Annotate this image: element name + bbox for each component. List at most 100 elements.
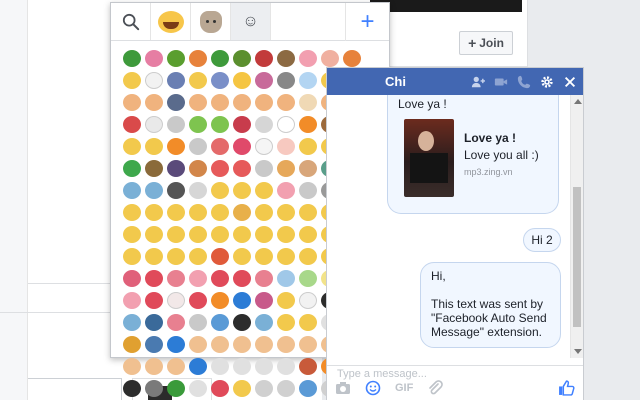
emoji-item[interactable] [167, 336, 185, 353]
emoji-item[interactable] [167, 270, 185, 287]
emoji-item[interactable] [277, 248, 295, 265]
emoji-item[interactable] [277, 160, 295, 177]
emoji-item[interactable] [233, 72, 251, 89]
emoji-item[interactable] [145, 72, 163, 89]
emoji-item[interactable] [211, 336, 229, 353]
emoji-item[interactable] [299, 358, 317, 375]
emoji-item[interactable] [145, 138, 163, 155]
emoji-item[interactable] [255, 292, 273, 309]
tab-search[interactable] [111, 3, 151, 40]
emoji-item[interactable] [211, 380, 229, 397]
emoji-item[interactable] [189, 72, 207, 89]
gear-icon[interactable] [540, 75, 554, 89]
emoji-item[interactable] [145, 116, 163, 133]
emoji-item[interactable] [233, 94, 251, 111]
emoji-item[interactable] [299, 116, 317, 133]
emoji-item[interactable] [145, 182, 163, 199]
emoji-item[interactable] [255, 72, 273, 89]
emoji-item[interactable] [299, 226, 317, 243]
emoji-item[interactable] [211, 50, 229, 67]
tab-laughing-sticker[interactable] [151, 3, 191, 40]
emoji-item[interactable] [277, 270, 295, 287]
close-icon[interactable] [563, 75, 577, 89]
scroll-down-arrow-icon[interactable] [574, 349, 582, 354]
emoji-item[interactable] [277, 182, 295, 199]
emoji-item[interactable] [277, 116, 295, 133]
emoji-item[interactable] [255, 182, 273, 199]
emoji-item[interactable] [167, 358, 185, 375]
emoji-icon[interactable] [365, 380, 381, 396]
emoji-item[interactable] [277, 72, 295, 89]
message-bubble[interactable]: Hi, This text was sent by "Facebook Auto… [420, 262, 561, 348]
emoji-item[interactable] [123, 50, 141, 67]
emoji-item[interactable] [167, 72, 185, 89]
emoji-item[interactable] [299, 292, 317, 309]
emoji-item[interactable] [255, 336, 273, 353]
link-preview-card[interactable]: Love ya ! Love you all :) mp3.zing.vn [402, 113, 552, 205]
emoji-item[interactable] [211, 358, 229, 375]
emoji-item[interactable] [233, 226, 251, 243]
tab-emoticons[interactable]: ☺ [231, 3, 271, 40]
emoji-item[interactable] [189, 380, 207, 397]
add-friend-icon[interactable] [471, 75, 485, 89]
emoji-item[interactable] [189, 116, 207, 133]
scrollbar[interactable] [570, 95, 583, 358]
emoji-item[interactable] [211, 72, 229, 89]
emoji-item[interactable] [299, 72, 317, 89]
emoji-item[interactable] [233, 270, 251, 287]
emoji-item[interactable] [123, 94, 141, 111]
emoji-item[interactable] [233, 138, 251, 155]
emoji-item[interactable] [167, 204, 185, 221]
emoji-item[interactable] [167, 160, 185, 177]
emoji-item[interactable] [167, 182, 185, 199]
message-composer[interactable]: Type a message... GIF [327, 365, 583, 400]
emoji-item[interactable] [255, 314, 273, 331]
emoji-item[interactable] [255, 94, 273, 111]
emoji-item[interactable] [343, 50, 361, 67]
emoji-item[interactable] [189, 94, 207, 111]
emoji-item[interactable] [145, 314, 163, 331]
emoji-item[interactable] [255, 358, 273, 375]
scroll-thumb[interactable] [573, 187, 581, 327]
emoji-item[interactable] [123, 204, 141, 221]
emoji-item[interactable] [123, 182, 141, 199]
chat-messages[interactable]: Love ya ! Love ya ! Love you all :) mp3.… [327, 95, 570, 365]
emoji-item[interactable] [233, 292, 251, 309]
emoji-item[interactable] [255, 138, 273, 155]
emoji-item[interactable] [299, 94, 317, 111]
emoji-item[interactable] [167, 50, 185, 67]
emoji-item[interactable] [277, 138, 295, 155]
emoji-item[interactable] [145, 248, 163, 265]
emoji-item[interactable] [255, 160, 273, 177]
emoji-item[interactable] [233, 50, 251, 67]
emoji-item[interactable] [123, 226, 141, 243]
emoji-item[interactable] [233, 380, 251, 397]
emoji-item[interactable] [233, 116, 251, 133]
emoji-item[interactable] [299, 336, 317, 353]
emoji-item[interactable] [189, 314, 207, 331]
emoji-item[interactable] [211, 314, 229, 331]
emoji-item[interactable] [321, 50, 339, 67]
emoji-item[interactable] [211, 248, 229, 265]
emoji-item[interactable] [299, 314, 317, 331]
emoji-item[interactable] [211, 138, 229, 155]
emoji-item[interactable] [277, 292, 295, 309]
emoji-item[interactable] [123, 72, 141, 89]
emoji-item[interactable] [211, 94, 229, 111]
emoji-item[interactable] [167, 138, 185, 155]
emoji-item[interactable] [189, 182, 207, 199]
emoji-item[interactable] [299, 50, 317, 67]
emoji-item[interactable] [189, 270, 207, 287]
emoji-item[interactable] [277, 226, 295, 243]
emoji-item[interactable] [123, 292, 141, 309]
emoji-item[interactable] [233, 358, 251, 375]
emoji-item[interactable] [211, 182, 229, 199]
emoji-item[interactable] [211, 226, 229, 243]
scroll-up-arrow-icon[interactable] [574, 99, 582, 104]
phone-icon[interactable] [517, 75, 531, 89]
emoji-item[interactable] [123, 160, 141, 177]
emoji-item[interactable] [123, 336, 141, 353]
emoji-item[interactable] [167, 226, 185, 243]
emoji-item[interactable] [233, 204, 251, 221]
emoji-item[interactable] [145, 336, 163, 353]
